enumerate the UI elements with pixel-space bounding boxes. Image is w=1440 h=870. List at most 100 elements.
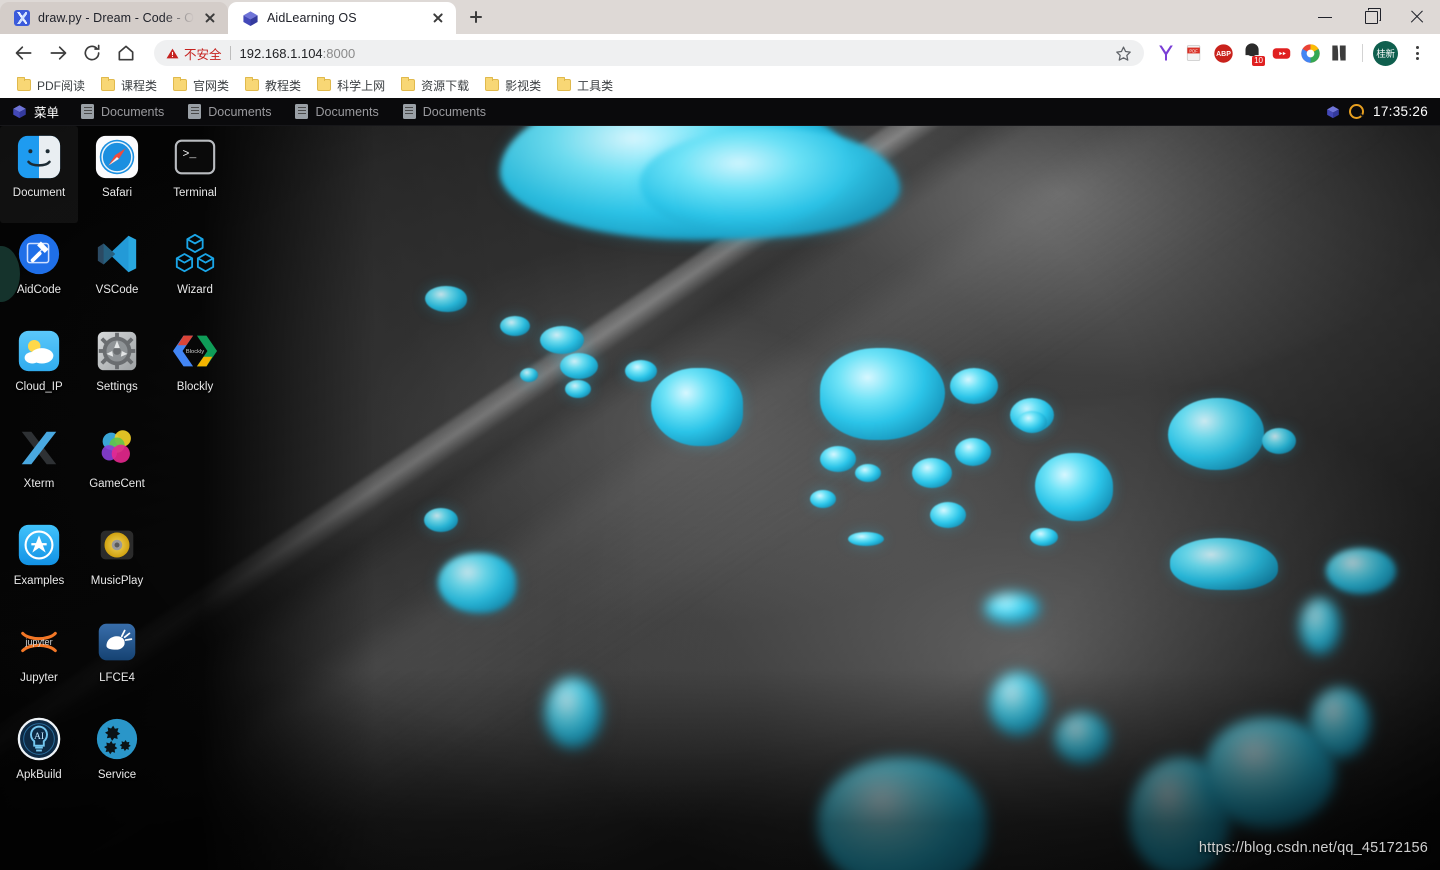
- tab-close-icon[interactable]: [202, 10, 218, 26]
- svg-text:>_: >_: [183, 148, 197, 161]
- adblock-plus-icon[interactable]: ABP: [1210, 40, 1236, 66]
- svg-text:Blockly: Blockly: [186, 349, 204, 355]
- desktop-icon-jupyter[interactable]: jupyter Jupyter: [0, 611, 78, 708]
- document-window-icon: [295, 104, 309, 119]
- desktop-icon-label: Terminal: [173, 187, 217, 199]
- reload-icon[interactable]: [76, 37, 108, 69]
- vscode-icon: [14, 10, 30, 26]
- desktop-icon-musicplay[interactable]: MusicPlay: [78, 514, 156, 611]
- forward-arrow-icon[interactable]: [42, 37, 74, 69]
- browser-toolbar: 不安全 192.168.1.104 :8000 PDF ABP 10 桂新: [0, 34, 1440, 72]
- desktop-icon-cloud-ip[interactable]: Cloud_IP: [0, 320, 78, 417]
- jupyter-icon: jupyter: [16, 619, 62, 665]
- minimize-icon[interactable]: [1302, 0, 1348, 34]
- desktop-icon-blockly[interactable]: Blockly Blockly: [156, 320, 234, 417]
- taskbar-window-item[interactable]: Documents: [71, 102, 174, 121]
- window-controls: [1302, 0, 1440, 34]
- profile-avatar[interactable]: 桂新: [1373, 40, 1398, 66]
- desktop-icon-xterm[interactable]: Xterm: [0, 417, 78, 514]
- bookmark-item[interactable]: 资源下载: [394, 75, 476, 96]
- folder-icon: [401, 77, 416, 91]
- desktop-icon-label: Blockly: [176, 381, 214, 393]
- desktop-icon-label: VSCode: [95, 284, 139, 296]
- bookmark-label: PDF阅读: [37, 78, 86, 93]
- video-downloader-icon[interactable]: [1268, 40, 1294, 66]
- bracket-extension-icon[interactable]: [1326, 40, 1352, 66]
- desktop-icon-apkbuild[interactable]: AI ApkBuild: [0, 708, 78, 805]
- folder-icon: [485, 77, 500, 91]
- desktop-icon-label: Xterm: [23, 478, 55, 490]
- bookmark-item[interactable]: 课程类: [94, 75, 164, 96]
- desktop-icon-aidcode[interactable]: AidCode: [0, 223, 78, 320]
- desktop-icon-wizard[interactable]: Wizard: [156, 223, 234, 320]
- tab-close-icon[interactable]: [430, 10, 446, 26]
- desktop-taskbar: 菜单 Documents Documents Documents Documen…: [0, 98, 1440, 126]
- taskbar-window-item[interactable]: Documents: [393, 102, 496, 121]
- bookmark-item[interactable]: 教程类: [238, 75, 308, 96]
- desktop-icon-label: Wizard: [177, 284, 213, 296]
- toolbar-divider: [1362, 44, 1363, 62]
- security-status-label: 不安全: [184, 47, 222, 62]
- bookmark-label: 影视类: [505, 78, 542, 93]
- desktop-icon-label: Cloud_IP: [15, 381, 63, 393]
- folder-icon: [173, 77, 188, 91]
- xterm-icon: [16, 425, 62, 471]
- desktop-icon-label: Examples: [13, 575, 65, 587]
- taskbar-window-item[interactable]: Documents: [178, 102, 281, 121]
- desktop-icon-gamecent[interactable]: GameCent: [78, 417, 156, 514]
- document-window-icon: [188, 104, 202, 119]
- extensions-strip: PDF ABP 10 桂新: [1152, 38, 1432, 68]
- desktop-icon-label: Safari: [101, 187, 133, 199]
- icon-row: AidCode VSCode Wizard: [0, 223, 270, 320]
- magnifier-icon[interactable]: [1349, 104, 1365, 119]
- gears-service-icon: [94, 716, 140, 762]
- lxde-mouse-icon: [94, 619, 140, 665]
- aidcode-xcode-icon: [16, 231, 62, 277]
- notification-extension-icon[interactable]: 10: [1239, 40, 1265, 66]
- kebab-menu-icon[interactable]: [1404, 38, 1430, 68]
- bookmarks-bar: PDF阅读 课程类 官网类 教程类 科学上网 资源下载 影视类 工具类: [0, 72, 1440, 98]
- desktop-icon-terminal[interactable]: >_ Terminal: [156, 126, 234, 223]
- desktop-icon-document[interactable]: Document: [0, 126, 78, 223]
- start-menu-label: 菜单: [34, 106, 60, 120]
- bookmark-item[interactable]: 官网类: [166, 75, 236, 96]
- url-port: :8000: [322, 45, 356, 61]
- tab-drawpy[interactable]: draw.py - Dream - Code - OSS: [0, 2, 228, 34]
- taskbar-window-item[interactable]: Documents: [285, 102, 388, 121]
- desktop-icon-service[interactable]: Service: [78, 708, 156, 805]
- bookmark-label: 教程类: [265, 78, 302, 93]
- new-tab-button[interactable]: [462, 3, 490, 31]
- desktop-icon-examples[interactable]: Examples: [0, 514, 78, 611]
- address-bar[interactable]: 不安全 192.168.1.104 :8000: [154, 40, 1144, 66]
- star-icon[interactable]: [1115, 45, 1132, 62]
- desktop-icon-safari[interactable]: Safari: [78, 126, 156, 223]
- desktop-icon-label: ApkBuild: [16, 769, 62, 781]
- svg-text:PDF: PDF: [1189, 48, 1198, 53]
- bookmark-item[interactable]: PDF阅读: [10, 75, 92, 96]
- weather-cloud-icon: [16, 328, 62, 374]
- home-icon[interactable]: [110, 37, 142, 69]
- tab-title: draw.py - Dream - Code - OSS: [38, 11, 194, 25]
- chrome-extension-icon[interactable]: [1297, 40, 1323, 66]
- desktop-icon-label: Service: [97, 769, 137, 781]
- watermark: https://blog.csdn.net/qq_45172156: [1198, 840, 1428, 856]
- pdf-extension-icon[interactable]: PDF: [1181, 40, 1207, 66]
- svg-text:AI: AI: [34, 731, 44, 742]
- taskbar-window-label: Documents: [101, 104, 165, 119]
- bookmark-item[interactable]: 科学上网: [310, 75, 392, 96]
- taskbar-window-label: Documents: [315, 104, 379, 119]
- bookmark-item[interactable]: 影视类: [478, 75, 548, 96]
- yandex-extension-icon[interactable]: [1152, 40, 1178, 66]
- bookmark-item[interactable]: 工具类: [550, 75, 620, 96]
- maximize-icon[interactable]: [1348, 0, 1394, 34]
- svg-text:ABP: ABP: [1216, 51, 1231, 58]
- cube-icon[interactable]: [1326, 105, 1340, 119]
- desktop-icon-lfce4[interactable]: LFCE4: [78, 611, 156, 708]
- back-arrow-icon[interactable]: [8, 37, 40, 69]
- close-icon[interactable]: [1394, 0, 1440, 34]
- cube-icon: [12, 104, 27, 119]
- desktop-icon-vscode[interactable]: VSCode: [78, 223, 156, 320]
- tab-aidlearning-os[interactable]: AidLearning OS: [228, 2, 456, 34]
- start-menu-button[interactable]: 菜单: [8, 100, 67, 123]
- desktop-icon-settings[interactable]: Settings: [78, 320, 156, 417]
